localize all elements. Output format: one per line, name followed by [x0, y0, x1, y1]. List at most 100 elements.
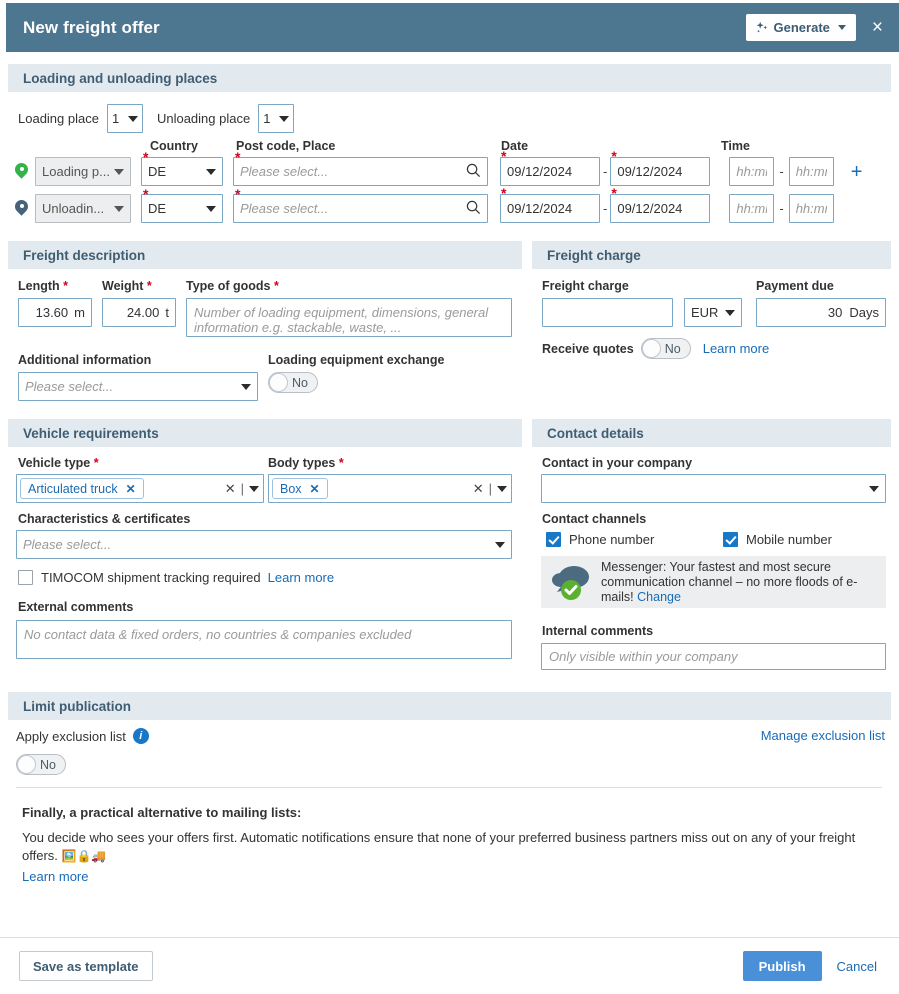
- map-pin-icon: [15, 200, 28, 218]
- loading-equipment-exchange-toggle[interactable]: No: [268, 372, 318, 393]
- postcode-place-placeholder: Please select...: [240, 164, 466, 179]
- messenger-change-link[interactable]: Change: [637, 590, 681, 604]
- chevron-down-icon: [495, 542, 505, 548]
- clear-all-icon[interactable]: ✕: [225, 481, 236, 497]
- payment-due-label: Payment due: [756, 279, 834, 293]
- payment-due-input[interactable]: 30 Days: [756, 298, 886, 327]
- date-range-separator: -: [603, 164, 607, 179]
- cancel-link[interactable]: Cancel: [837, 959, 877, 974]
- close-icon[interactable]: ×: [870, 18, 885, 37]
- unloading-place-count-value: 1: [263, 111, 274, 126]
- characteristics-select[interactable]: Please select...: [16, 530, 512, 559]
- mobile-number-checkbox[interactable]: [723, 532, 738, 547]
- country-select[interactable]: DE: [141, 194, 223, 223]
- remove-tag-icon[interactable]: ✕: [126, 482, 136, 496]
- postcode-place-input[interactable]: Please select...: [233, 157, 488, 186]
- receive-quotes-toggle[interactable]: No: [641, 338, 691, 359]
- receive-quotes-learn-more-link[interactable]: Learn more: [703, 341, 769, 356]
- search-icon[interactable]: [466, 200, 481, 218]
- type-of-goods-textarea[interactable]: [186, 298, 512, 337]
- messenger-banner: Messenger: Your fastest and most secure …: [541, 556, 886, 608]
- external-comments-textarea[interactable]: [16, 620, 512, 659]
- promo-body: You decide who sees your offers first. A…: [22, 829, 862, 865]
- add-place-button[interactable]: +: [851, 162, 863, 182]
- promo-heading: Finally, a practical alternative to mail…: [22, 805, 882, 820]
- postcode-place-placeholder: Please select...: [240, 201, 466, 216]
- chevron-down-icon: [206, 169, 216, 175]
- loading-place-count-select[interactable]: 1: [107, 104, 143, 133]
- phone-number-checkbox[interactable]: [546, 532, 561, 547]
- vehicle-requirements-section: Vehicle requirements: [8, 419, 522, 447]
- dialog-title: New freight offer: [23, 18, 160, 38]
- additional-information-select[interactable]: Please select...: [18, 372, 258, 401]
- vehicle-type-tag[interactable]: Articulated truck ✕: [20, 478, 144, 499]
- length-input[interactable]: 13.60 m: [18, 298, 92, 327]
- divider: |: [241, 481, 244, 496]
- unloading-place-count-select[interactable]: 1: [258, 104, 294, 133]
- weight-unit: t: [165, 305, 169, 320]
- contact-company-select[interactable]: [541, 474, 886, 503]
- type-of-goods-label: Type of goods *: [186, 279, 279, 293]
- remove-tag-icon[interactable]: ✕: [310, 482, 320, 496]
- date-from-input[interactable]: [500, 157, 600, 186]
- chevron-down-icon: [279, 116, 289, 122]
- date-to-input[interactable]: [610, 194, 710, 223]
- col-postcode-label: Post code, Place: [236, 139, 335, 153]
- time-to-input[interactable]: [789, 194, 834, 223]
- time-from-input[interactable]: [729, 157, 774, 186]
- freight-charge-input[interactable]: [542, 298, 673, 327]
- sparkle-icon: [755, 21, 769, 35]
- currency-select[interactable]: EUR: [684, 298, 742, 327]
- timocom-tracking-label: TIMOCOM shipment tracking required: [41, 570, 261, 585]
- time-range-separator: -: [779, 201, 783, 216]
- chevron-down-icon: [838, 25, 846, 30]
- dialog-titlebar: New freight offer Generate ×: [6, 3, 899, 52]
- additional-information-label: Additional information: [18, 353, 151, 367]
- loading-place-count-value: 1: [112, 111, 123, 126]
- generate-button[interactable]: Generate: [746, 14, 856, 41]
- internal-comments-label: Internal comments: [542, 624, 653, 638]
- body-type-tag[interactable]: Box ✕: [272, 478, 328, 499]
- loading-section-header: Loading and unloading places: [8, 64, 891, 92]
- weight-input[interactable]: 24.00 t: [102, 298, 176, 327]
- body-types-multiselect[interactable]: Box ✕ ✕ |: [268, 474, 512, 503]
- place-type-select[interactable]: Unloadin...: [35, 194, 131, 223]
- place-row: Unloadin... DE Please select... - -: [15, 194, 834, 223]
- vehicle-type-multiselect[interactable]: Articulated truck ✕ ✕ |: [16, 474, 264, 503]
- tracking-learn-more-link[interactable]: Learn more: [268, 570, 334, 585]
- promo-learn-more-link[interactable]: Learn more: [22, 869, 88, 884]
- publish-button[interactable]: Publish: [743, 951, 822, 981]
- apply-exclusion-label: Apply exclusion list: [16, 729, 126, 744]
- apply-exclusion-toggle[interactable]: No: [16, 754, 66, 775]
- mobile-number-label: Mobile number: [746, 532, 832, 547]
- clear-all-icon[interactable]: ✕: [473, 481, 484, 497]
- info-icon[interactable]: i: [133, 728, 149, 744]
- limit-publication-header: Limit publication: [8, 692, 891, 720]
- postcode-place-input[interactable]: Please select...: [233, 194, 488, 223]
- country-select[interactable]: DE: [141, 157, 223, 186]
- loading-equipment-exchange-label: Loading equipment exchange: [268, 353, 444, 367]
- contact-company-label: Contact in your company: [542, 456, 692, 470]
- manage-exclusion-list-link[interactable]: Manage exclusion list: [761, 728, 885, 743]
- vehicle-type-tag-label: Articulated truck: [28, 482, 118, 496]
- time-range-separator: -: [779, 164, 783, 179]
- country-value: DE: [148, 164, 201, 179]
- place-type-select[interactable]: Loading p...: [35, 157, 131, 186]
- toggle-knob: [269, 373, 288, 392]
- generate-button-label: Generate: [774, 20, 830, 35]
- vehicle-type-label: Vehicle type *: [18, 456, 99, 470]
- time-from-input[interactable]: [729, 194, 774, 223]
- save-as-template-button[interactable]: Save as template: [19, 951, 153, 981]
- apply-exclusion-state: No: [40, 758, 56, 772]
- col-country-label: Country: [150, 139, 198, 153]
- timocom-tracking-checkbox[interactable]: [18, 570, 33, 585]
- search-icon[interactable]: [466, 163, 481, 181]
- length-unit: m: [74, 305, 85, 320]
- additional-information-placeholder: Please select...: [25, 379, 236, 394]
- date-from-input[interactable]: [500, 194, 600, 223]
- time-to-input[interactable]: [789, 157, 834, 186]
- internal-comments-textarea[interactable]: [541, 643, 886, 670]
- divider: [16, 787, 882, 788]
- toggle-knob: [642, 339, 661, 358]
- date-to-input[interactable]: [610, 157, 710, 186]
